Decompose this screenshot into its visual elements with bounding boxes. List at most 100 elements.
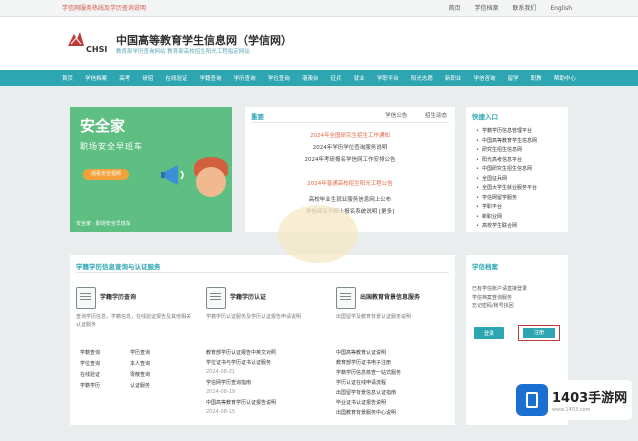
nav-item[interactable]: 新职业: [445, 74, 462, 82]
site-watermark: 1403手游网 www.1403.com: [512, 380, 632, 420]
login-info-line: 已有学信账户请直接登录: [472, 286, 528, 292]
nav-item[interactable]: 高考: [119, 74, 130, 82]
service-date: 2024-08-15: [206, 409, 236, 415]
promo-banner[interactable]: 安全家 职场安全早班车 观看安全视频 安全家 · 职场安全早班车: [70, 107, 232, 232]
news-item[interactable]: 2024年普通高校招生阳光工程公告: [245, 179, 455, 187]
login-info-line[interactable]: 忘记密码/账号找回: [472, 302, 527, 311]
news-item[interactable]: 学信网关于网上报名系统说明 [更多]: [245, 207, 455, 215]
service-link[interactable]: 在线验证: [80, 371, 130, 378]
service-link[interactable]: 零散查询: [130, 371, 180, 378]
nav-item[interactable]: 帮助中心: [554, 74, 576, 82]
nav-item[interactable]: 阳光志愿: [411, 74, 433, 82]
service-date: 2024-08-19: [206, 389, 236, 395]
login-info-line[interactable]: 学信档案查询服务: [472, 294, 527, 303]
nav-item[interactable]: 学信咨询: [474, 74, 496, 82]
news-item[interactable]: 2024年全国研究生招生工作通知: [245, 131, 455, 139]
quick-links-panel: 快捷入口 学籍学历信息管理平台中国高等教育学生信息网研究生招生信息网阳光高考信息…: [466, 107, 568, 232]
service-link[interactable]: 学历查询: [130, 349, 180, 356]
nav-item[interactable]: 学职平台: [377, 74, 399, 82]
quick-link-item[interactable]: 高校学生联合网: [476, 222, 537, 232]
service-link[interactable]: 中国高等教育学历认证报告说明: [206, 399, 324, 409]
service-link[interactable]: 出国教育背景服务中心说明: [336, 409, 454, 419]
tab-announcements[interactable]: 学信公告: [385, 113, 407, 119]
banner-title: 安全家: [80, 117, 126, 135]
quick-link-item[interactable]: 全国征兵网: [476, 175, 537, 185]
service-description: 出国留学及教育背景认证服务说明: [336, 314, 412, 320]
news-heading: 重要: [251, 113, 264, 121]
service-column-query: 学籍学历查询 查询学历信息，学籍信息，在线验证报告及其他相关认证服务 学籍查询学…: [70, 281, 195, 421]
nav-item[interactable]: 学历查询: [234, 74, 256, 82]
nav-item[interactable]: 研招: [142, 74, 153, 82]
service-title[interactable]: 学籍学历查询: [100, 292, 136, 301]
banner-cta-button[interactable]: 观看安全视频: [83, 169, 129, 180]
banner-subtitle: 职场安全早班车: [80, 142, 143, 151]
nav-item[interactable]: 学信档案: [85, 74, 107, 82]
service-link[interactable]: 毕业证书认证报告说明: [336, 399, 454, 409]
watermark-logo-icon: [516, 384, 548, 416]
service-link[interactable]: 中国高等教育认证说明: [336, 349, 454, 359]
news-item[interactable]: 2024年学历学位查询服务说明: [245, 143, 455, 151]
watermark-subtext: www.1403.com: [552, 407, 591, 413]
services-heading: 学籍学历信息查询与认证服务: [76, 263, 161, 271]
nav-item[interactable]: 留学: [508, 74, 519, 82]
service-date: 2024-08-21: [206, 369, 236, 375]
service-link[interactable]: 学信网学历查询指南: [206, 379, 324, 389]
top-link-contact[interactable]: 联系我们: [512, 5, 536, 12]
quick-link-item[interactable]: 中国高等教育学生信息网: [476, 137, 537, 147]
top-link-home[interactable]: 首页: [449, 5, 461, 12]
top-link-archive[interactable]: 学信档案: [474, 5, 498, 12]
services-panel: 学籍学历信息查询与认证服务 学籍学历查询 查询学历信息，学籍信息，在线验证报告及…: [70, 255, 455, 425]
overlay-decoration: [278, 205, 358, 263]
service-link[interactable]: 学位查询: [80, 360, 130, 367]
nav-item[interactable]: 在线验证: [165, 74, 187, 82]
news-tabs: 学信公告 招生动态: [369, 111, 447, 119]
service-link[interactable]: 学历认证在线申请流程: [336, 379, 454, 389]
quick-link-item[interactable]: 学职平台: [476, 203, 537, 213]
service-link[interactable]: 学籍学历: [80, 382, 130, 389]
service-link[interactable]: 教育部学历证书电子注册: [336, 359, 454, 369]
quick-link-item[interactable]: 阳光高考信息平台: [476, 156, 537, 166]
main-nav-items: 首页 学信档案 高考 研招 在线验证 学籍查询 学历查询 学位查询 港澳台 征兵 就业 学职平台 阳光志…: [62, 74, 576, 82]
banner-caption: 安全家 · 职场安全早班车: [76, 221, 131, 227]
service-links-list: 中国高等教育认证说明 教育部学历证书电子注册 学籍学历信息核查一站式服务 学历认证在线…: [336, 349, 454, 419]
nav-item[interactable]: 港澳台: [302, 74, 319, 82]
service-link[interactable]: 出国留学背景信息认证指南: [336, 389, 454, 399]
service-link[interactable]: 学位证书与学历证书认证服务: [206, 359, 324, 369]
quick-link-item[interactable]: 学信网留学服务: [476, 194, 537, 204]
register-button-highlight[interactable]: 注册: [518, 325, 560, 341]
register-button[interactable]: 注册: [523, 328, 555, 338]
nav-item[interactable]: 征兵: [330, 74, 341, 82]
quick-link-item[interactable]: 中国研究生招生信息网: [476, 165, 537, 175]
main-nav: 首页 学信档案 高考 研招 在线验证 学籍查询 学历查询 学位查询 港澳台 征兵 就业 学职平台 阳光志…: [0, 70, 638, 86]
quick-link-item[interactable]: 学籍学历信息管理平台: [476, 127, 537, 137]
service-link[interactable]: 学籍学历信息核查一站式服务: [336, 369, 454, 379]
top-link-english[interactable]: English: [550, 5, 572, 12]
nav-item[interactable]: 职教: [531, 74, 542, 82]
nav-item[interactable]: 首页: [62, 74, 73, 82]
site-header: [0, 17, 638, 70]
service-link[interactable]: 学籍查询: [80, 349, 130, 356]
chsi-logo-icon[interactable]: [66, 30, 86, 48]
top-links: 首页 学信档案 联系我们 English: [437, 3, 572, 12]
quick-link-item[interactable]: 全国大学生就业服务平台: [476, 184, 537, 194]
document-icon: [336, 287, 356, 309]
news-item[interactable]: 2024年考研报名学信网工作安排公告: [245, 155, 455, 163]
service-title[interactable]: 学籍学历认证: [230, 292, 266, 301]
nav-item[interactable]: 就业: [354, 74, 365, 82]
service-link[interactable]: 本人查询: [130, 360, 180, 367]
quick-link-item[interactable]: 研究生招生信息网: [476, 146, 537, 156]
top-notice[interactable]: 学信网服务热线及学历查询说明: [62, 3, 146, 12]
quick-links-heading: 快捷入口: [472, 113, 498, 121]
quick-link-item[interactable]: 新职业网: [476, 213, 537, 223]
tab-admissions[interactable]: 招生动态: [425, 113, 447, 119]
nav-item[interactable]: 学位查询: [268, 74, 290, 82]
news-item[interactable]: 高校毕业生就业服务信息网上公布: [245, 195, 455, 203]
service-link[interactable]: 教育部学历认证报告中英文对照: [206, 349, 324, 359]
login-button[interactable]: 登录: [474, 327, 504, 339]
site-title: 中国高等教育学生信息网（学信网）: [116, 34, 292, 47]
nav-item[interactable]: 学籍查询: [200, 74, 222, 82]
service-description: 查询学历信息，学籍信息，在线验证报告及其他相关认证服务: [76, 314, 192, 328]
service-title[interactable]: 出国教育背景信息服务: [360, 292, 420, 301]
login-heading: 学信档案: [472, 263, 498, 271]
service-link[interactable]: 认证服务: [130, 382, 180, 389]
